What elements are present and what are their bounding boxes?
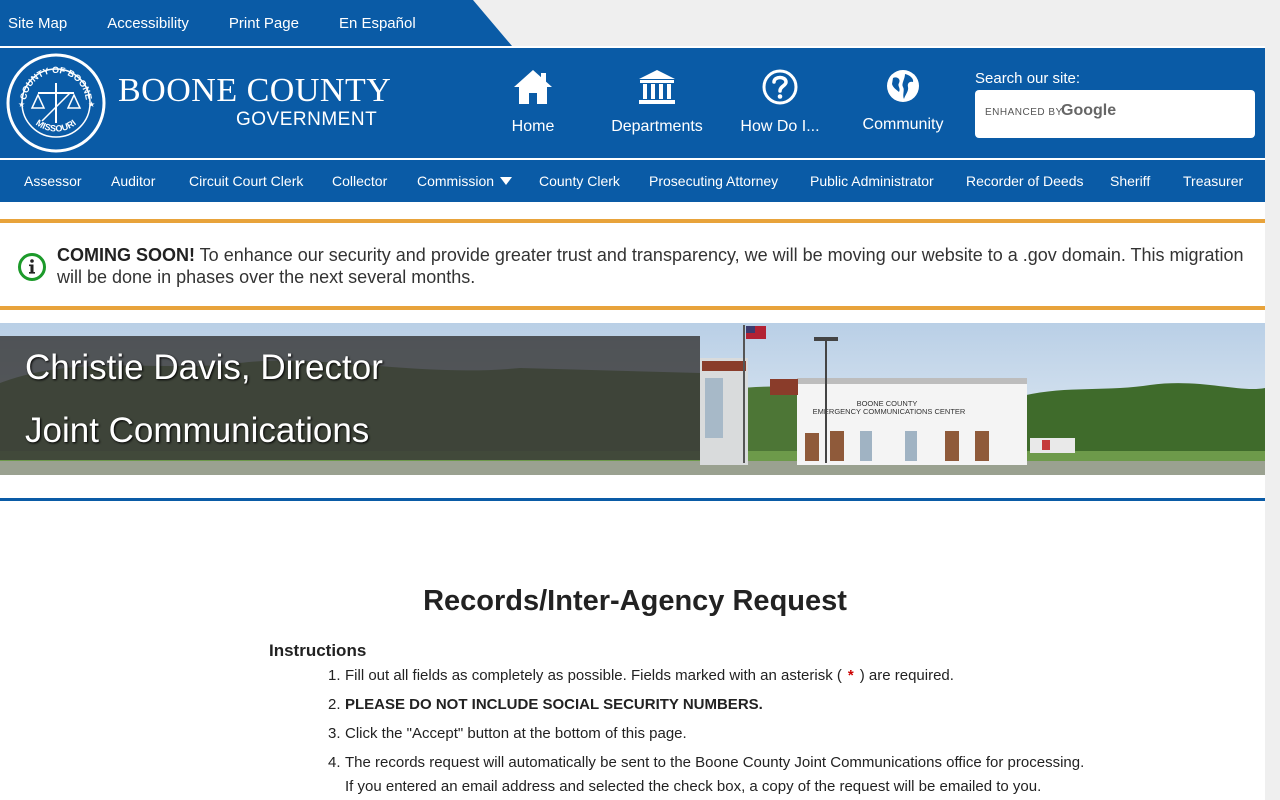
nav-how-do-i[interactable]: How Do I... xyxy=(720,68,840,136)
step-number: 4. xyxy=(328,754,341,771)
dept-county-clerk[interactable]: County Clerk xyxy=(539,173,620,189)
utility-links: Site Map Accessibility Print Page En Esp… xyxy=(0,0,512,46)
dept-sheriff[interactable]: Sheriff xyxy=(1110,173,1150,189)
utility-bar: Site Map Accessibility Print Page En Esp… xyxy=(0,0,1265,46)
nav-departments-label: Departments xyxy=(611,118,703,135)
page: Site Map Accessibility Print Page En Esp… xyxy=(0,0,1265,800)
alert-banner: COMING SOON! To enhance our security and… xyxy=(0,219,1265,310)
step-3: Click the "Accept" button at the bottom … xyxy=(345,725,687,742)
home-icon xyxy=(514,70,552,104)
nav-home[interactable]: Home xyxy=(473,68,593,136)
dept-assessor[interactable]: Assessor xyxy=(24,173,82,189)
page-title: Records/Inter-Agency Request xyxy=(423,585,847,617)
dept-commission[interactable]: Commission xyxy=(417,173,513,189)
step-1-text-end: ) are required. xyxy=(859,667,954,684)
nav-departments[interactable]: Departments xyxy=(597,68,717,136)
site-map-link[interactable]: Site Map xyxy=(8,15,67,32)
dept-collector[interactable]: Collector xyxy=(332,173,387,189)
department-nav: Assessor Auditor Circuit Court Clerk Col… xyxy=(0,160,1265,202)
info-icon xyxy=(18,253,46,281)
search-label: Search our site: xyxy=(975,70,1081,87)
search-box: ENHANCED BY Google xyxy=(975,90,1255,138)
building-sign-line2: EMERGENCY COMMUNICATIONS CENTER xyxy=(813,407,966,416)
dept-treasurer[interactable]: Treasurer xyxy=(1183,173,1243,189)
dept-commission-label: Commission xyxy=(417,173,495,189)
nav-community-label: Community xyxy=(862,116,944,133)
nav-how-do-i-label: How Do I... xyxy=(740,118,820,135)
county-seal-icon[interactable]: COUNTY OF BOONE MISSOURI ★ ★ xyxy=(6,53,106,153)
accessibility-link[interactable]: Accessibility xyxy=(107,15,189,32)
required-asterisk: * xyxy=(847,667,854,684)
svg-text:★: ★ xyxy=(88,100,95,109)
google-logo: Google xyxy=(1061,102,1117,119)
step-number: 1. xyxy=(328,667,341,684)
alert-text: COMING SOON! To enhance our security and… xyxy=(57,244,1247,288)
enhanced-by-text: ENHANCED BY xyxy=(985,107,1063,118)
banner-department-name: Joint Communications xyxy=(25,411,370,450)
nav-community[interactable]: Community xyxy=(843,68,963,134)
caret-down-icon xyxy=(500,177,513,185)
step-4: The records request will automatically b… xyxy=(345,754,1085,771)
site-header: COUNTY OF BOONE MISSOURI ★ ★ BOONE COUNT… xyxy=(0,48,1265,158)
step-1-text: Fill out all fields as completely as pos… xyxy=(345,667,842,684)
dept-public-administrator[interactable]: Public Administrator xyxy=(810,173,934,189)
alert-body: To enhance our security and provide grea… xyxy=(57,245,1244,287)
print-page-link[interactable]: Print Page xyxy=(229,15,299,32)
step-number: 3. xyxy=(328,725,341,742)
nav-home-label: Home xyxy=(511,118,555,135)
department-banner: BOONE COUNTY EMERGENCY COMMUNICATIONS CE… xyxy=(0,323,1265,475)
question-icon xyxy=(762,69,798,105)
brand-subtitle[interactable]: GOVERNMENT xyxy=(236,109,377,131)
alert-heading: COMING SOON! xyxy=(57,245,195,265)
dept-auditor[interactable]: Auditor xyxy=(111,173,155,189)
instructions-heading: Instructions xyxy=(269,641,367,660)
dept-recorder-of-deeds[interactable]: Recorder of Deeds xyxy=(966,173,1084,189)
dept-circuit-court-clerk[interactable]: Circuit Court Clerk xyxy=(189,173,303,189)
espanol-link[interactable]: En Español xyxy=(339,15,416,32)
globe-icon xyxy=(887,70,919,102)
svg-text:★: ★ xyxy=(18,100,25,109)
divider xyxy=(0,498,1265,501)
step-2: PLEASE DO NOT INCLUDE SOCIAL SECURITY NU… xyxy=(345,696,763,713)
step-number: 2. xyxy=(328,696,341,713)
dept-prosecuting-attorney[interactable]: Prosecuting Attorney xyxy=(649,173,778,189)
brand-title[interactable]: BOONE COUNTY xyxy=(118,72,391,110)
step-1: Fill out all fields as completely as pos… xyxy=(345,667,954,684)
step-4-continued: If you entered an email address and sele… xyxy=(345,778,1042,795)
banner-director-name: Christie Davis, Director xyxy=(25,348,383,387)
building-icon xyxy=(639,70,675,104)
